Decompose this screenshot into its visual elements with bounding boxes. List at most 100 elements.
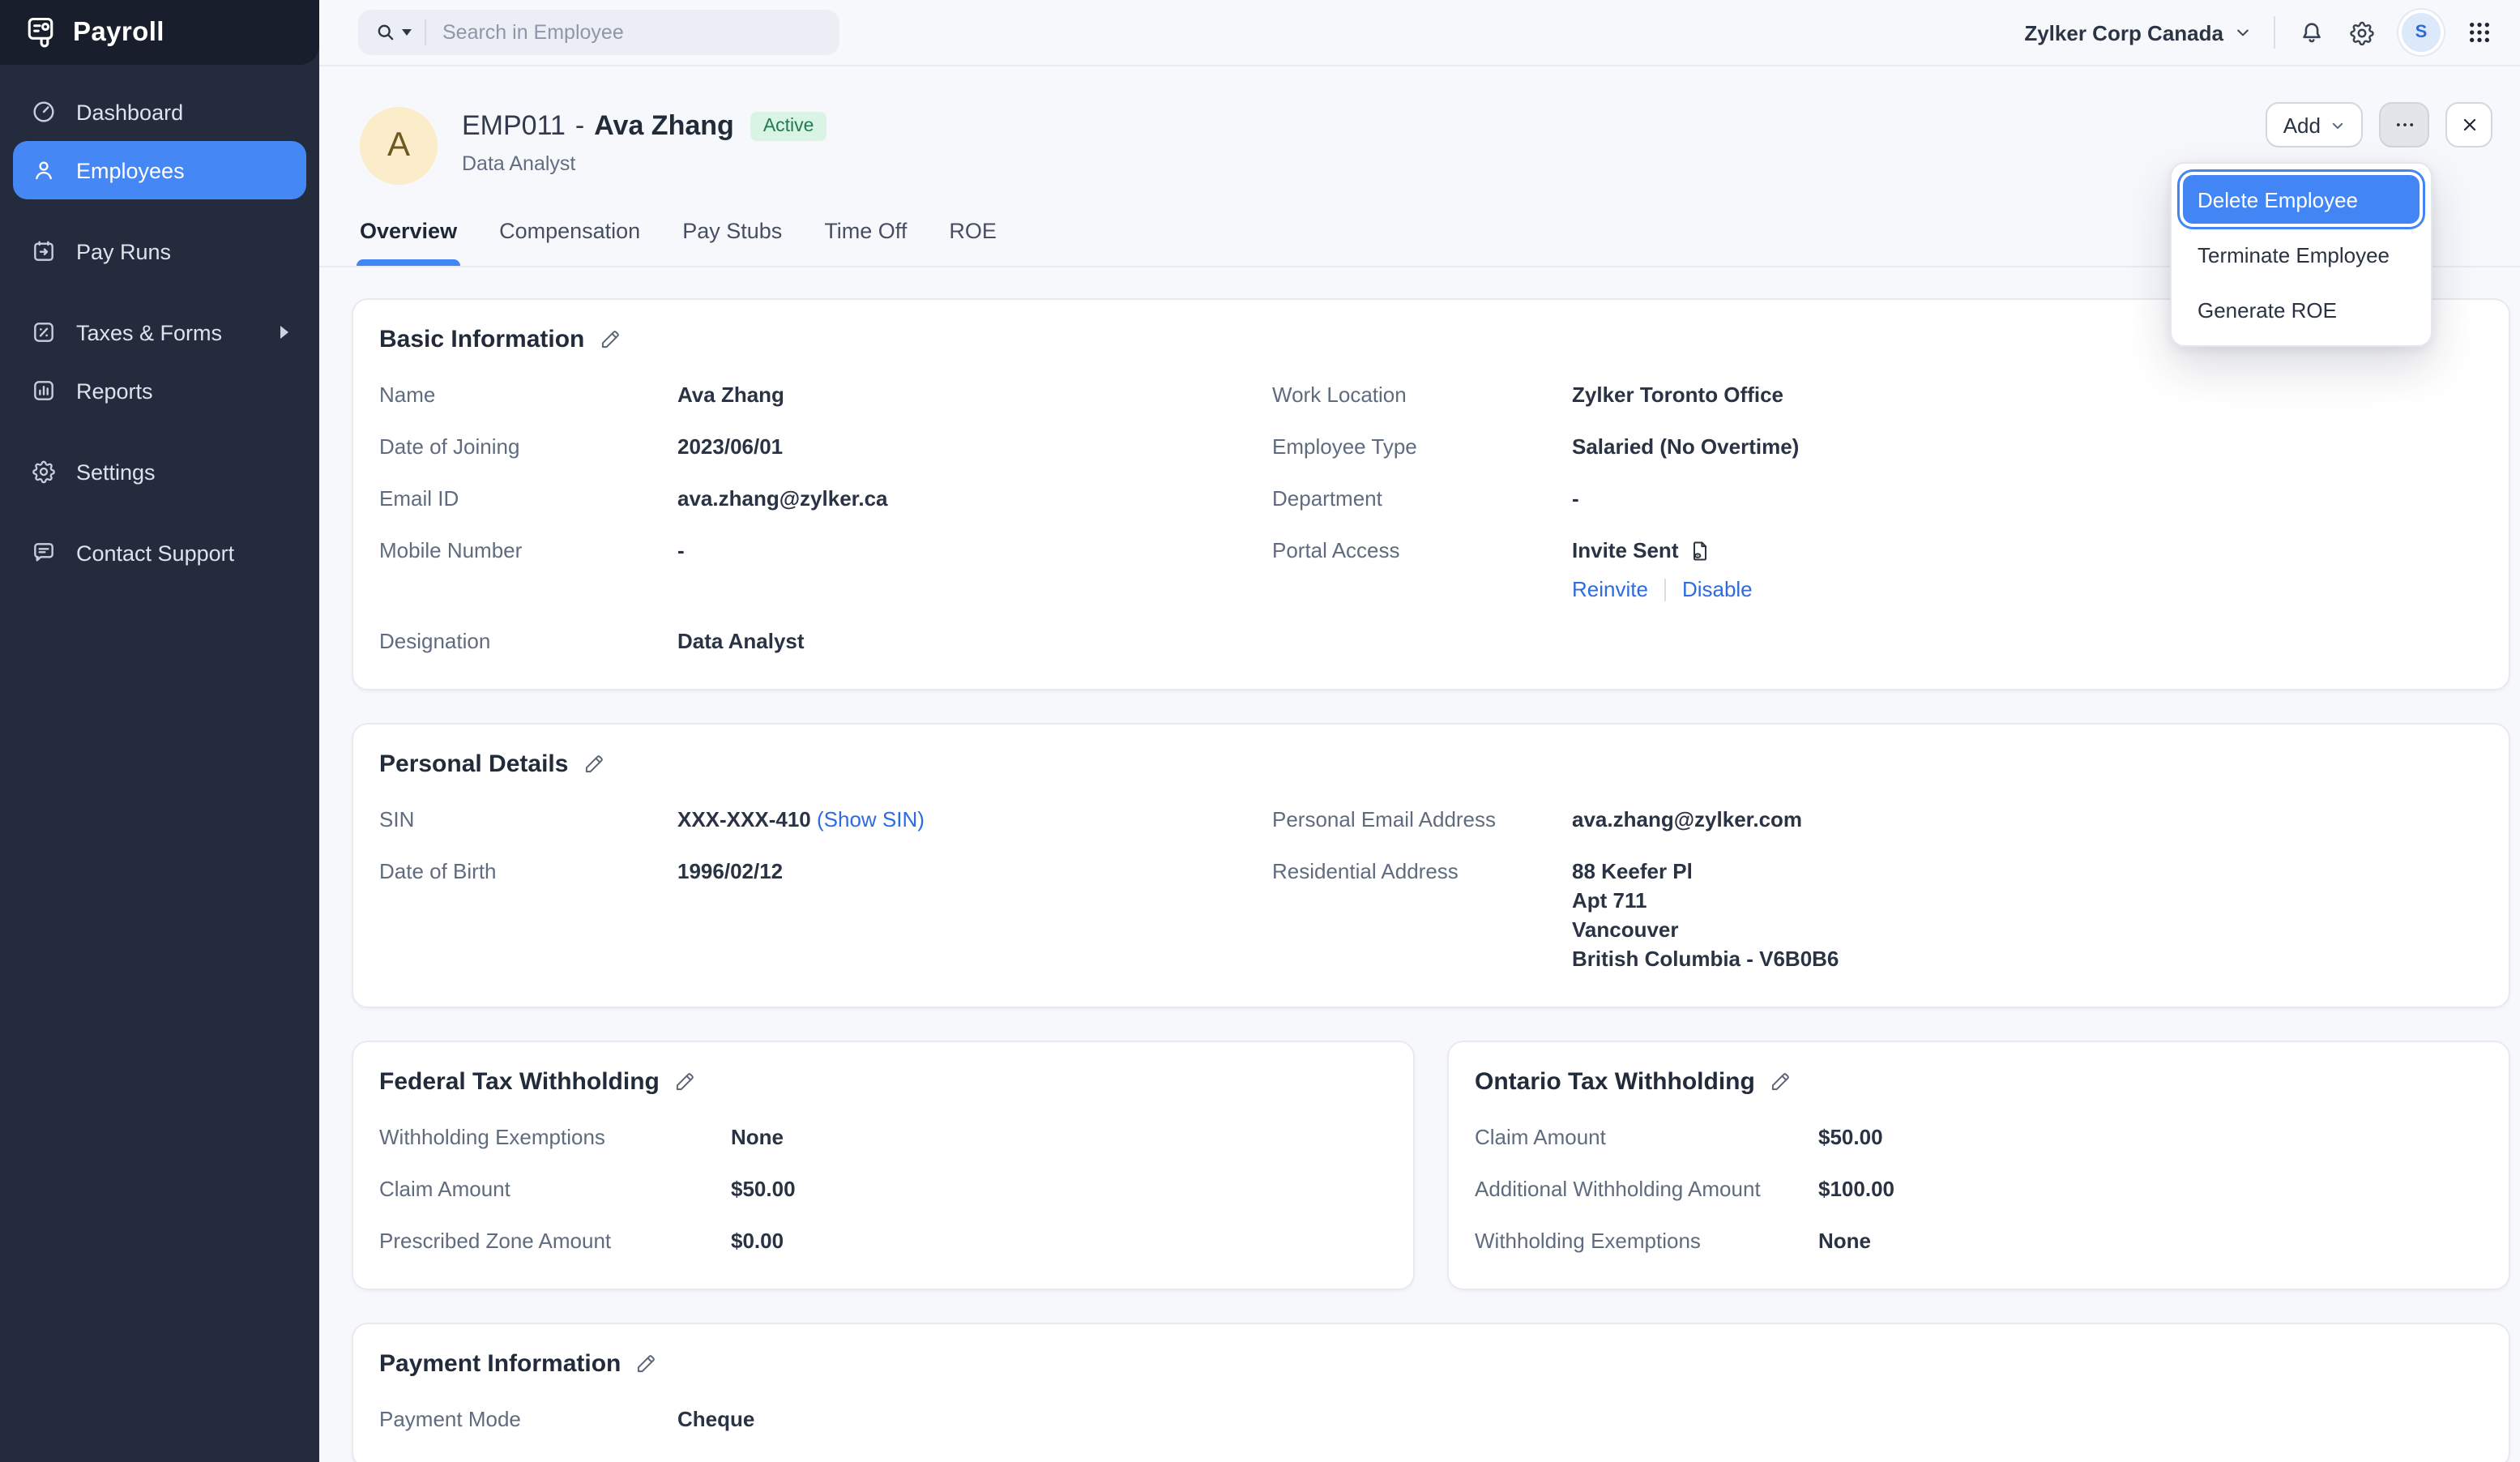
field-label: Withholding Exemptions	[379, 1123, 731, 1152]
edit-pencil-icon[interactable]	[583, 754, 604, 775]
sin-value: XXX-XXX-410	[677, 807, 811, 831]
field-label: Mobile Number	[379, 536, 677, 605]
sidebar-item-contact-support[interactable]: Contact Support	[13, 524, 306, 582]
search-scope-caret-icon	[402, 29, 412, 36]
payment-information-card: Payment Information Payment Mode Cheque	[352, 1323, 2510, 1462]
section-title: Ontario Tax Withholding	[1475, 1068, 1755, 1096]
invite-document-icon	[1689, 540, 1711, 562]
apps-grid-icon[interactable]	[2467, 19, 2492, 45]
edit-pencil-icon[interactable]	[635, 1353, 656, 1374]
ellipsis-icon	[2393, 113, 2415, 136]
search-icon[interactable]	[374, 21, 412, 44]
main-area: Zylker Corp Canada S	[319, 0, 2520, 1462]
section-title: Personal Details	[379, 750, 568, 778]
tab-time-off[interactable]: Time Off	[824, 219, 907, 266]
chevron-down-icon	[2330, 118, 2345, 132]
employee-id: EMP011	[462, 110, 566, 143]
topbar-right: Zylker Corp Canada S	[2024, 10, 2492, 55]
portal-access-cell: Invite Sent Reinvite Disable	[1572, 536, 2479, 605]
field-label: Date of Joining	[379, 433, 677, 462]
add-button[interactable]: Add	[2266, 102, 2363, 147]
employee-detail-page: A EMP011 - Ava Zhang Active Data Analyst…	[319, 66, 2520, 1462]
close-button[interactable]	[2445, 102, 2492, 147]
field-value: 2023/06/01	[677, 433, 1272, 462]
field-label: Payment Mode	[379, 1405, 677, 1434]
field-value: $100.00	[1818, 1175, 2479, 1204]
field-label: Work Location	[1272, 381, 1572, 410]
search-input[interactable]	[439, 19, 823, 45]
status-badge: Active	[750, 112, 827, 141]
edit-pencil-icon[interactable]	[1770, 1071, 1791, 1092]
more-options-button[interactable]	[2379, 102, 2429, 147]
user-avatar[interactable]: S	[2398, 10, 2444, 55]
employee-title-row: EMP011 - Ava Zhang Active	[462, 110, 826, 143]
sidebar-item-employees[interactable]: Employees	[13, 141, 306, 199]
field-value: Ava Zhang	[677, 381, 1272, 410]
sidebar-item-label: Employees	[76, 158, 185, 182]
field-value: -	[1572, 485, 2479, 514]
sidebar-item-label: Dashboard	[76, 100, 183, 124]
sidebar-nav: Dashboard Employees Pay Runs Taxe	[0, 65, 319, 582]
sin-value-cell: XXX-XXX-410 (Show SIN)	[677, 806, 1272, 835]
menu-item-terminate-employee[interactable]: Terminate Employee	[2183, 230, 2420, 279]
field-value: ava.zhang@zylker.ca	[677, 485, 1272, 514]
nav-spacer	[13, 420, 306, 442]
app-title: Payroll	[73, 17, 164, 48]
field-value: $0.00	[731, 1227, 1384, 1256]
sidebar-item-settings[interactable]: Settings	[13, 442, 306, 501]
sidebar-item-taxes-forms[interactable]: Taxes & Forms	[13, 303, 306, 361]
field-value: None	[731, 1123, 1384, 1152]
reinvite-link[interactable]: Reinvite	[1572, 575, 1648, 605]
sidebar-item-dashboard[interactable]: Dashboard	[13, 83, 306, 141]
tab-roe[interactable]: ROE	[949, 219, 997, 266]
tab-pay-stubs[interactable]: Pay Stubs	[682, 219, 782, 266]
sidebar-item-reports[interactable]: Reports	[13, 361, 306, 420]
menu-item-generate-roe[interactable]: Generate ROE	[2183, 285, 2420, 334]
field-value: ava.zhang@zylker.com	[1572, 806, 2479, 835]
add-button-label: Add	[2283, 113, 2321, 137]
tab-overview[interactable]: Overview	[360, 219, 457, 266]
field-label: Residential Address	[1272, 857, 1572, 974]
field-value: $50.00	[731, 1175, 1384, 1204]
dashboard-icon	[31, 99, 57, 125]
org-name: Zylker Corp Canada	[2024, 20, 2223, 45]
overview-cards: Basic Information Name Ava Zhang Work Lo…	[319, 267, 2520, 1462]
employee-avatar: A	[360, 107, 438, 185]
field-value: None	[1818, 1227, 2479, 1256]
edit-pencil-icon[interactable]	[674, 1071, 695, 1092]
field-label: Additional Withholding Amount	[1475, 1175, 1818, 1204]
personal-details-card: Personal Details SIN XXX-XXX-410 (Show S…	[352, 723, 2510, 1008]
field-label: Date of Birth	[379, 857, 677, 974]
chevron-down-icon	[2235, 24, 2251, 41]
sidebar-item-label: Reports	[76, 378, 153, 403]
field-value: Salaried (No Overtime)	[1572, 433, 2479, 462]
chevron-right-icon	[280, 326, 288, 339]
sidebar-item-label: Taxes & Forms	[76, 320, 222, 344]
notifications-bell-icon[interactable]	[2298, 19, 2326, 46]
payroll-app: Payroll Dashboard Employees Pay Runs	[0, 0, 2520, 1462]
menu-item-delete-employee[interactable]: Delete Employee	[2183, 175, 2420, 224]
residential-address: 88 Keefer Pl Apt 711 Vancouver British C…	[1572, 857, 2479, 974]
sidebar-item-pay-runs[interactable]: Pay Runs	[13, 222, 306, 280]
org-switcher[interactable]: Zylker Corp Canada	[2024, 20, 2251, 45]
tab-compensation[interactable]: Compensation	[499, 219, 640, 266]
field-label: Department	[1272, 485, 1572, 514]
field-value: 1996/02/12	[677, 857, 1272, 974]
nav-spacer	[13, 280, 306, 303]
topbar: Zylker Corp Canada S	[319, 0, 2520, 66]
sidebar-item-label: Contact Support	[76, 541, 234, 565]
edit-pencil-icon[interactable]	[599, 329, 620, 350]
address-line: British Columbia - V6B0B6	[1572, 945, 2479, 974]
field-value: Data Analyst	[677, 627, 1272, 656]
show-sin-link[interactable]: (Show SIN)	[817, 807, 925, 831]
header-actions: Add	[2266, 102, 2492, 147]
field-label: SIN	[379, 806, 677, 835]
app-logo[interactable]: Payroll	[0, 0, 319, 65]
search-divider	[425, 19, 426, 45]
disable-link[interactable]: Disable	[1682, 575, 1753, 605]
search-box[interactable]	[358, 10, 839, 55]
nav-spacer	[13, 501, 306, 524]
address-line: 88 Keefer Pl	[1572, 857, 2479, 887]
settings-gear-icon[interactable]	[2348, 19, 2376, 46]
pay-runs-icon	[31, 238, 57, 264]
